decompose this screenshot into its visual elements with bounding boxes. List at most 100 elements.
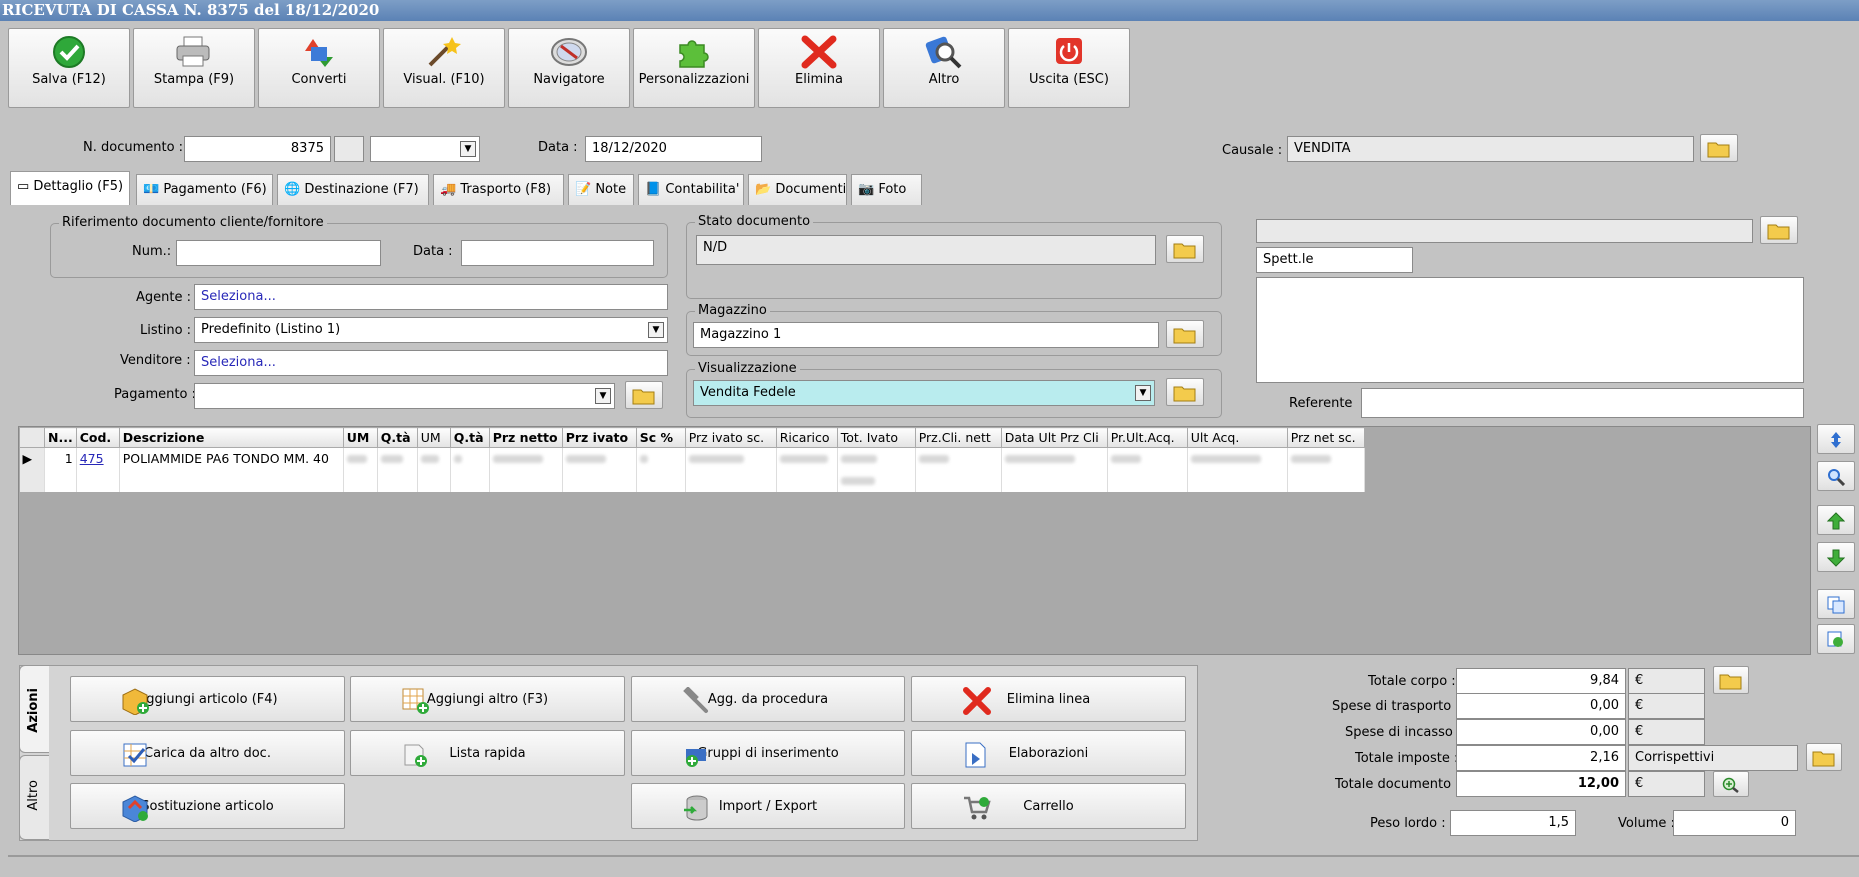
ref-date-field[interactable]	[461, 240, 654, 266]
volume-label: Volume :	[1618, 816, 1675, 831]
col-header[interactable]: Cod.	[75, 427, 120, 448]
col-header[interactable]: Sc %	[635, 427, 686, 448]
group-insert-icon	[686, 749, 706, 767]
spese-trasporto-field[interactable]: 0,00	[1456, 693, 1626, 719]
col-header[interactable]: UM	[342, 427, 378, 448]
col-header[interactable]: Q.tà	[376, 427, 418, 448]
col-header[interactable]: Ult Acq.	[1186, 427, 1288, 448]
save-button[interactable]: Salva (F12)	[8, 28, 130, 108]
view-folder-button[interactable]	[1166, 378, 1204, 406]
navigator-button[interactable]: Navigatore	[508, 28, 630, 108]
vtab-azioni[interactable]: Azioni	[19, 665, 49, 753]
load-from-doc-button[interactable]: Carica da altro doc.	[70, 730, 345, 776]
col-header[interactable]: Prz.Cli. nett	[914, 427, 1002, 448]
replace-article-button[interactable]: Sostituzione articolo	[70, 783, 345, 829]
tab-note[interactable]: 📝 Note	[568, 174, 634, 205]
tab-trasporto[interactable]: 🚚 Trasporto (F8)	[433, 174, 564, 205]
tab-destinazione[interactable]: 🌐 Destinazione (F7)	[277, 174, 429, 205]
tab-dettaglio[interactable]: ▭ Dettaglio (F5)	[10, 171, 130, 205]
col-header[interactable]: Pr.Ult.Acq.	[1106, 427, 1188, 448]
grid-search-button[interactable]	[1817, 461, 1855, 491]
add-other-button[interactable]: Aggiungi altro (F3)	[350, 676, 625, 722]
row-selector[interactable]: ▶	[19, 447, 45, 470]
col-header[interactable]: Tot. Ivato	[836, 427, 916, 448]
move-down-button[interactable]	[1817, 542, 1855, 572]
date-field[interactable]: 18/12/2020	[585, 136, 762, 162]
doc-suffix-field[interactable]	[334, 136, 364, 162]
more-button[interactable]: Altro	[883, 28, 1005, 108]
processing-button[interactable]: Elaborazioni	[911, 730, 1186, 776]
grid-sort-button[interactable]	[1817, 424, 1855, 454]
col-header[interactable]: Prz net sc.	[1286, 427, 1365, 448]
zoom-in-icon	[1722, 777, 1739, 793]
col-header[interactable]: Ricarico	[775, 427, 838, 448]
totale-corpo-folder-button[interactable]	[1713, 666, 1749, 694]
cart-button[interactable]: Carrello	[911, 783, 1186, 829]
doc-series-select[interactable]: ▼	[370, 136, 480, 162]
delete-line-button[interactable]: Elimina linea	[911, 676, 1186, 722]
import-export-button[interactable]: Import / Export	[631, 783, 905, 829]
col-header[interactable]: Prz ivato sc.	[684, 427, 777, 448]
vtab-altro[interactable]: Altro	[19, 755, 49, 840]
col-header[interactable]: Prz ivato	[561, 427, 637, 448]
customize-button[interactable]: Personalizzazioni	[633, 28, 755, 108]
quick-list-button[interactable]: Lista rapida	[350, 730, 625, 776]
causale-field[interactable]: VENDITA	[1287, 136, 1694, 162]
delete-button[interactable]: Elimina	[758, 28, 880, 108]
status-folder-button[interactable]	[1166, 235, 1204, 263]
listino-select[interactable]: Predefinito (Listino 1) ▼	[194, 317, 668, 343]
row-code-link[interactable]: 475	[76, 447, 120, 470]
customer-folder-button[interactable]	[1760, 216, 1798, 244]
blurred-cell	[1187, 447, 1288, 470]
tab-documenti[interactable]: 📂 Documenti	[748, 174, 847, 205]
agente-field[interactable]: Seleziona...	[194, 284, 668, 310]
volume-field[interactable]: 0	[1673, 810, 1796, 836]
add-article-button[interactable]: Aggiungi articolo (F4)	[70, 676, 345, 722]
search-icon	[1828, 469, 1845, 486]
spese-incasso-field[interactable]: 0,00	[1456, 719, 1626, 745]
refresh-line-button[interactable]	[1817, 624, 1855, 654]
insert-groups-button[interactable]: Gruppi di inserimento	[631, 730, 905, 776]
copy-line-button[interactable]	[1817, 589, 1855, 619]
document-process-icon	[965, 742, 986, 768]
causale-folder-button[interactable]	[1700, 134, 1738, 162]
tab-contabilita[interactable]: 📘 Contabilita'	[638, 174, 744, 205]
arrow-up-icon	[1827, 512, 1845, 530]
visual-button[interactable]: Visual. (F10)	[383, 28, 505, 108]
imposte-folder-button[interactable]	[1806, 743, 1842, 771]
table-row[interactable]: ▶ 1 475 POLIAMMIDE PA6 TONDO MM. 40	[19, 447, 1365, 470]
print-button[interactable]: Stampa (F9)	[133, 28, 255, 108]
col-header[interactable]: Q.tà	[449, 427, 490, 448]
folder-icon	[1767, 224, 1790, 240]
pagamento-folder-button[interactable]	[625, 381, 663, 409]
pagamento-select[interactable]: ▼	[194, 383, 615, 409]
tab-foto[interactable]: 📷 Foto	[851, 174, 922, 205]
exit-button[interactable]: Uscita (ESC)	[1008, 28, 1130, 108]
col-header[interactable]: Data Ult Prz Cli	[1000, 427, 1108, 448]
peso-lordo-field[interactable]: 1,5	[1450, 810, 1576, 836]
customer-address-field[interactable]	[1256, 277, 1804, 383]
reference-group-label: Riferimento documento cliente/fornitore	[59, 215, 327, 230]
blurred-cell	[837, 469, 916, 492]
spese-trasporto-label: Spese di trasporto :	[1332, 699, 1460, 714]
customer-title-field[interactable]: Spett.le	[1256, 247, 1413, 273]
warehouse-folder-button[interactable]	[1166, 320, 1204, 348]
ref-num-field[interactable]	[176, 240, 381, 266]
col-header[interactable]: Descrizione	[118, 427, 344, 448]
venditore-field[interactable]: Seleziona...	[194, 350, 668, 376]
warehouse-field[interactable]: Magazzino 1	[693, 322, 1159, 348]
view-select[interactable]: Vendita Fedele ▼	[693, 380, 1155, 406]
col-header[interactable]: Prz netto	[488, 427, 563, 448]
totale-documento-zoom-button[interactable]	[1713, 771, 1749, 797]
col-header[interactable]: UM	[416, 427, 451, 448]
row-code[interactable]: 475	[80, 451, 104, 466]
move-up-button[interactable]	[1817, 505, 1855, 535]
add-from-procedure-button[interactable]: Agg. da procedura	[631, 676, 905, 722]
convert-button[interactable]: Converti	[258, 28, 380, 108]
doc-number-field[interactable]: 8375	[184, 136, 331, 162]
col-header[interactable]: N...	[44, 427, 77, 448]
tab-pagamento[interactable]: 💶 Pagamento (F6)	[136, 174, 273, 205]
status-field[interactable]: N/D	[696, 235, 1156, 265]
referente-field[interactable]	[1361, 388, 1804, 418]
customer-name-field[interactable]	[1256, 219, 1753, 243]
